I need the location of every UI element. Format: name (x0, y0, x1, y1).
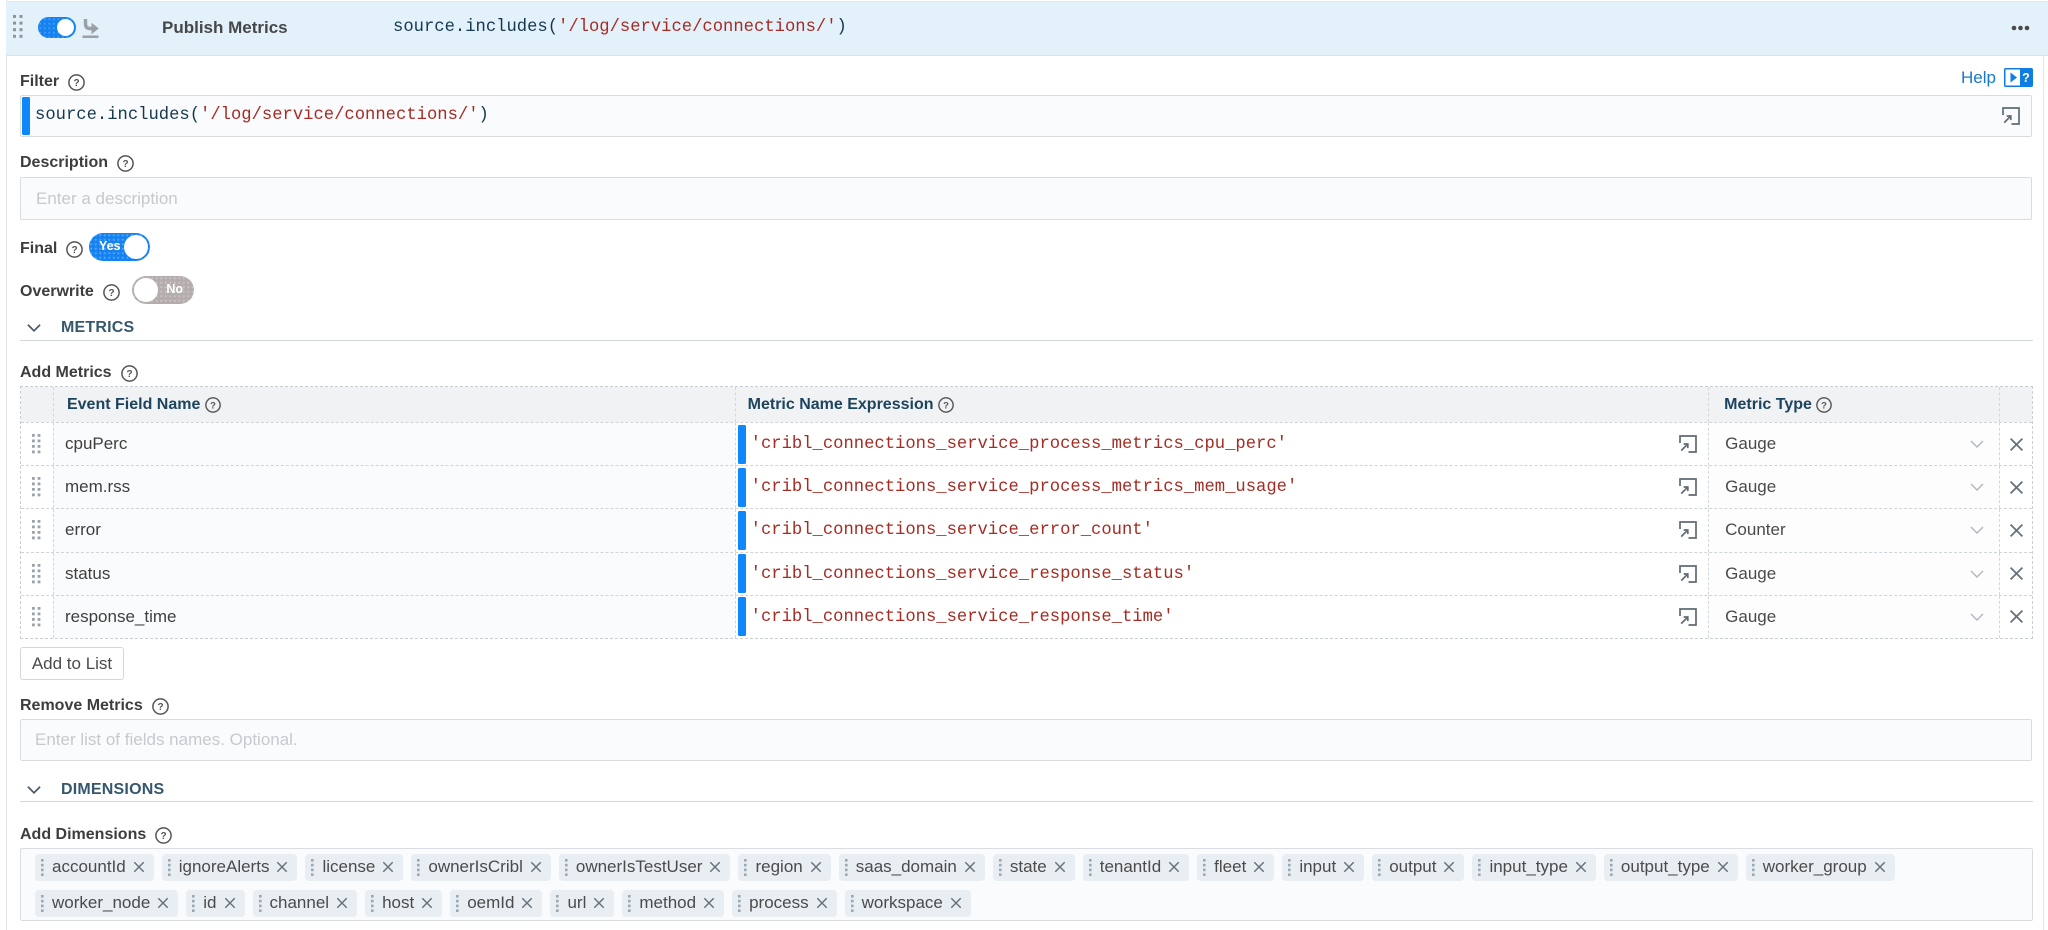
svg-text:?: ? (2022, 71, 2030, 85)
